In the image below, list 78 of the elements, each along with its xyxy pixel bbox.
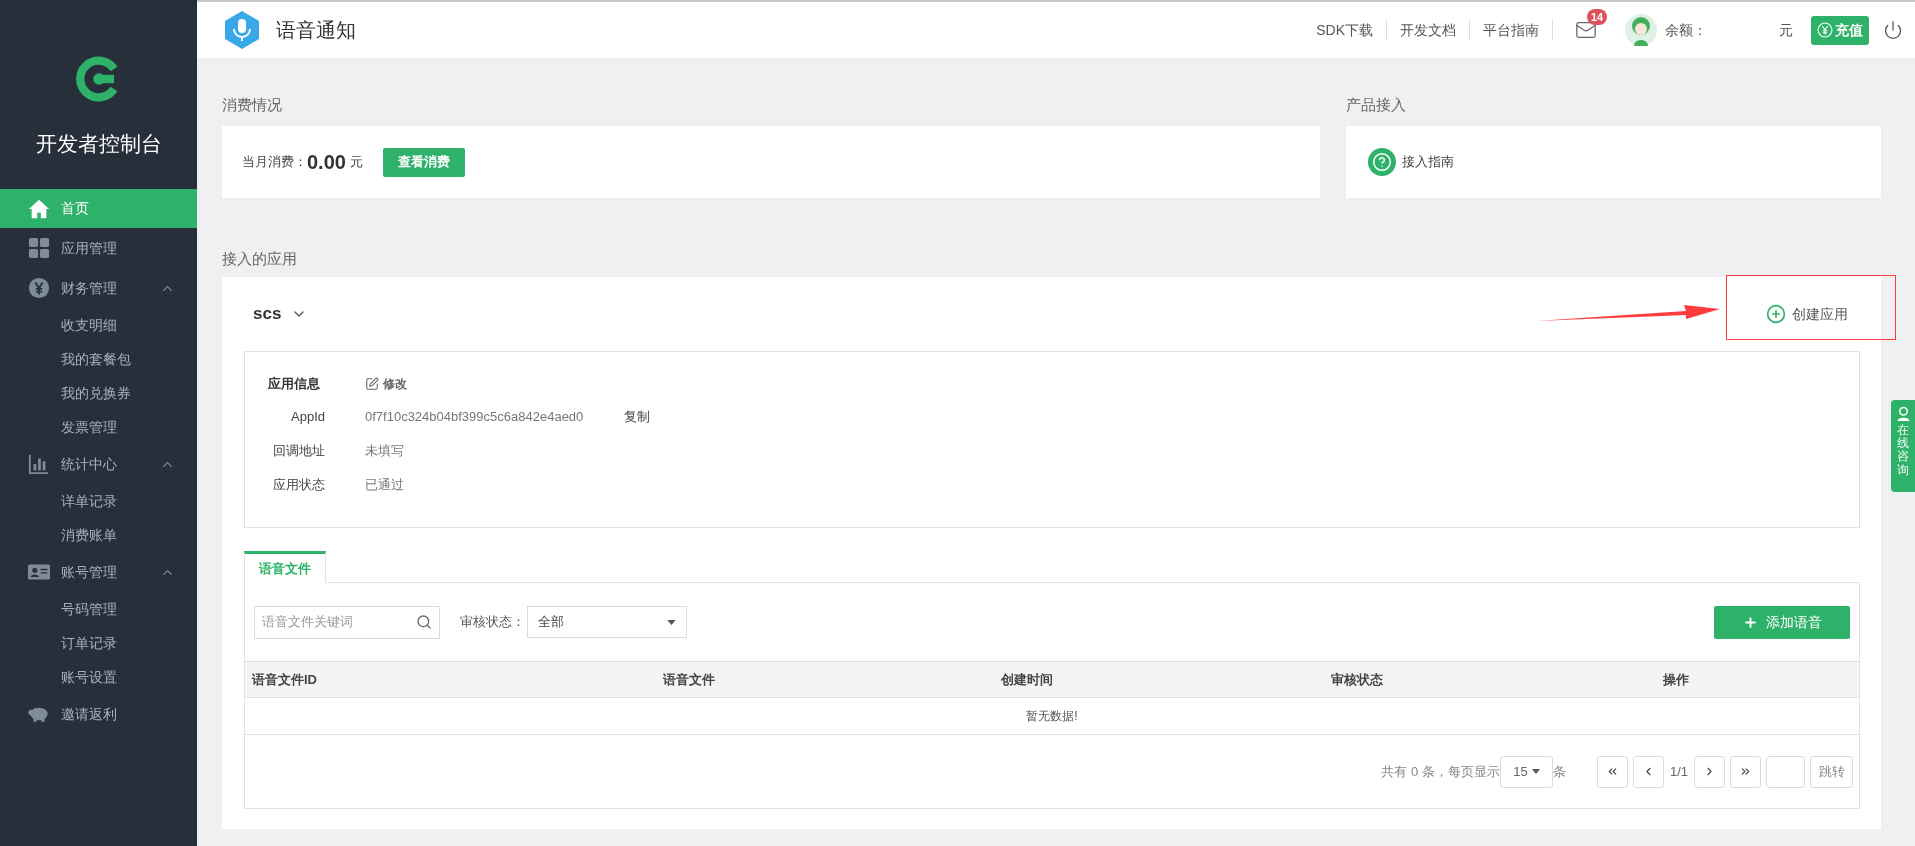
jump-button[interactable]: 跳转 xyxy=(1810,755,1853,788)
header-link[interactable]: SDK下载 xyxy=(1303,19,1386,41)
search-icon xyxy=(416,614,432,630)
field-value: 0f7f10c324b04bf399c5c6a842e4aed0 xyxy=(365,408,584,427)
column-header: 创建时间 xyxy=(1000,670,1054,689)
column-header: 操作 xyxy=(1662,670,1690,689)
status-select[interactable]: 全部 xyxy=(527,606,687,638)
nav-subitem[interactable]: 账号设置 xyxy=(0,660,197,694)
plus-icon xyxy=(1742,614,1758,630)
currency-unit: 元 xyxy=(349,153,363,172)
nav-subitem[interactable]: 订单记录 xyxy=(0,626,197,660)
copy-link[interactable]: 复制 xyxy=(624,407,651,427)
empty-message: 暂无数据! xyxy=(245,698,1859,735)
nav-subitem[interactable]: 发票管理 xyxy=(0,410,197,444)
balance-label: 余额： xyxy=(1665,20,1707,40)
bar-chart-icon xyxy=(28,453,50,475)
nav-item[interactable]: 账号管理 xyxy=(0,552,197,592)
caret-icon xyxy=(1531,769,1540,774)
header-link[interactable]: 开发文档 xyxy=(1387,19,1469,41)
first-page-button[interactable] xyxy=(1596,755,1628,788)
pagination-unit: 条 xyxy=(1552,762,1566,781)
pagination-summary: 共有 0 条，每页显示 xyxy=(1381,762,1500,781)
column-header: 审核状态 xyxy=(1330,670,1384,689)
search-field[interactable]: 语音文件关键词 xyxy=(254,605,440,639)
app-name[interactable]: scs xyxy=(253,301,282,327)
nav-item[interactable]: 应用管理 xyxy=(0,228,197,268)
yen-icon xyxy=(28,277,50,299)
avatar xyxy=(1625,14,1657,46)
caret-icon xyxy=(667,619,676,625)
nav-item[interactable]: 统计中心 xyxy=(0,444,197,484)
header-link[interactable]: 平台指南 xyxy=(1470,19,1552,41)
page-indicator: 1/1 xyxy=(1669,762,1688,781)
edit-link[interactable]: 修改 xyxy=(365,375,407,393)
nav-subitem[interactable]: 详单记录 xyxy=(0,484,197,518)
section-title: 接入的应用 xyxy=(222,249,298,269)
double-chevron-right-icon xyxy=(1739,765,1752,778)
nav-subitem[interactable]: 号码管理 xyxy=(0,592,197,626)
section-title: 消费情况 xyxy=(222,95,283,115)
access-guide-link[interactable]: 接入指南 xyxy=(1368,148,1454,176)
plus-circle-icon xyxy=(1766,304,1786,324)
next-page-button[interactable] xyxy=(1694,755,1725,788)
field-label: 回调地址 xyxy=(272,442,325,461)
filter-label: 审核状态： xyxy=(460,613,525,632)
search-input[interactable]: 语音文件关键词 xyxy=(262,612,416,632)
last-page-button[interactable] xyxy=(1730,755,1761,788)
nav-item[interactable]: 邀请返利 xyxy=(0,694,197,734)
monthly-amount: 0.00 xyxy=(307,150,346,175)
section-title: 产品接入 xyxy=(1346,95,1407,115)
nav-subitem[interactable]: 收支明细 xyxy=(0,308,197,342)
nav-subitem[interactable]: 消费账单 xyxy=(0,518,197,552)
field-value: 未填写 xyxy=(365,442,404,461)
page-input[interactable] xyxy=(1766,755,1805,788)
column-header: 语音文件 xyxy=(661,670,716,689)
nav-subitem[interactable]: 我的套餐包 xyxy=(0,342,197,376)
yen-icon xyxy=(1817,22,1833,38)
home-icon xyxy=(28,197,50,220)
balance-unit: 元 xyxy=(1779,20,1793,40)
sidebar-title: 开发者控制台 xyxy=(35,131,162,157)
nav-item[interactable]: 财务管理 xyxy=(0,268,197,308)
column-header: 语音文件ID xyxy=(250,670,318,689)
previous-page-button[interactable] xyxy=(1632,755,1664,788)
mail-icon[interactable] xyxy=(1575,19,1597,41)
field-value: 已通过 xyxy=(365,476,404,495)
nav-subitem[interactable]: 我的兑换券 xyxy=(0,376,197,410)
edit-icon xyxy=(365,377,379,391)
page-size-select[interactable]: 15 xyxy=(1499,755,1553,788)
microphone-hexagon-icon xyxy=(222,10,262,50)
field-label: AppId xyxy=(290,408,325,427)
power-icon[interactable] xyxy=(1883,20,1903,40)
notification-badge: 14 xyxy=(1587,9,1608,25)
id-card-icon xyxy=(28,561,50,583)
help-icon xyxy=(1368,148,1396,176)
info-title: 应用信息 xyxy=(268,375,321,394)
page-title: 语音通知 xyxy=(276,18,356,43)
field-label: 应用状态 xyxy=(272,476,325,495)
create-app-button[interactable]: 创建应用 xyxy=(1766,303,1848,325)
grid-icon xyxy=(28,237,50,259)
monthly-label: 当月消费： xyxy=(242,153,307,172)
